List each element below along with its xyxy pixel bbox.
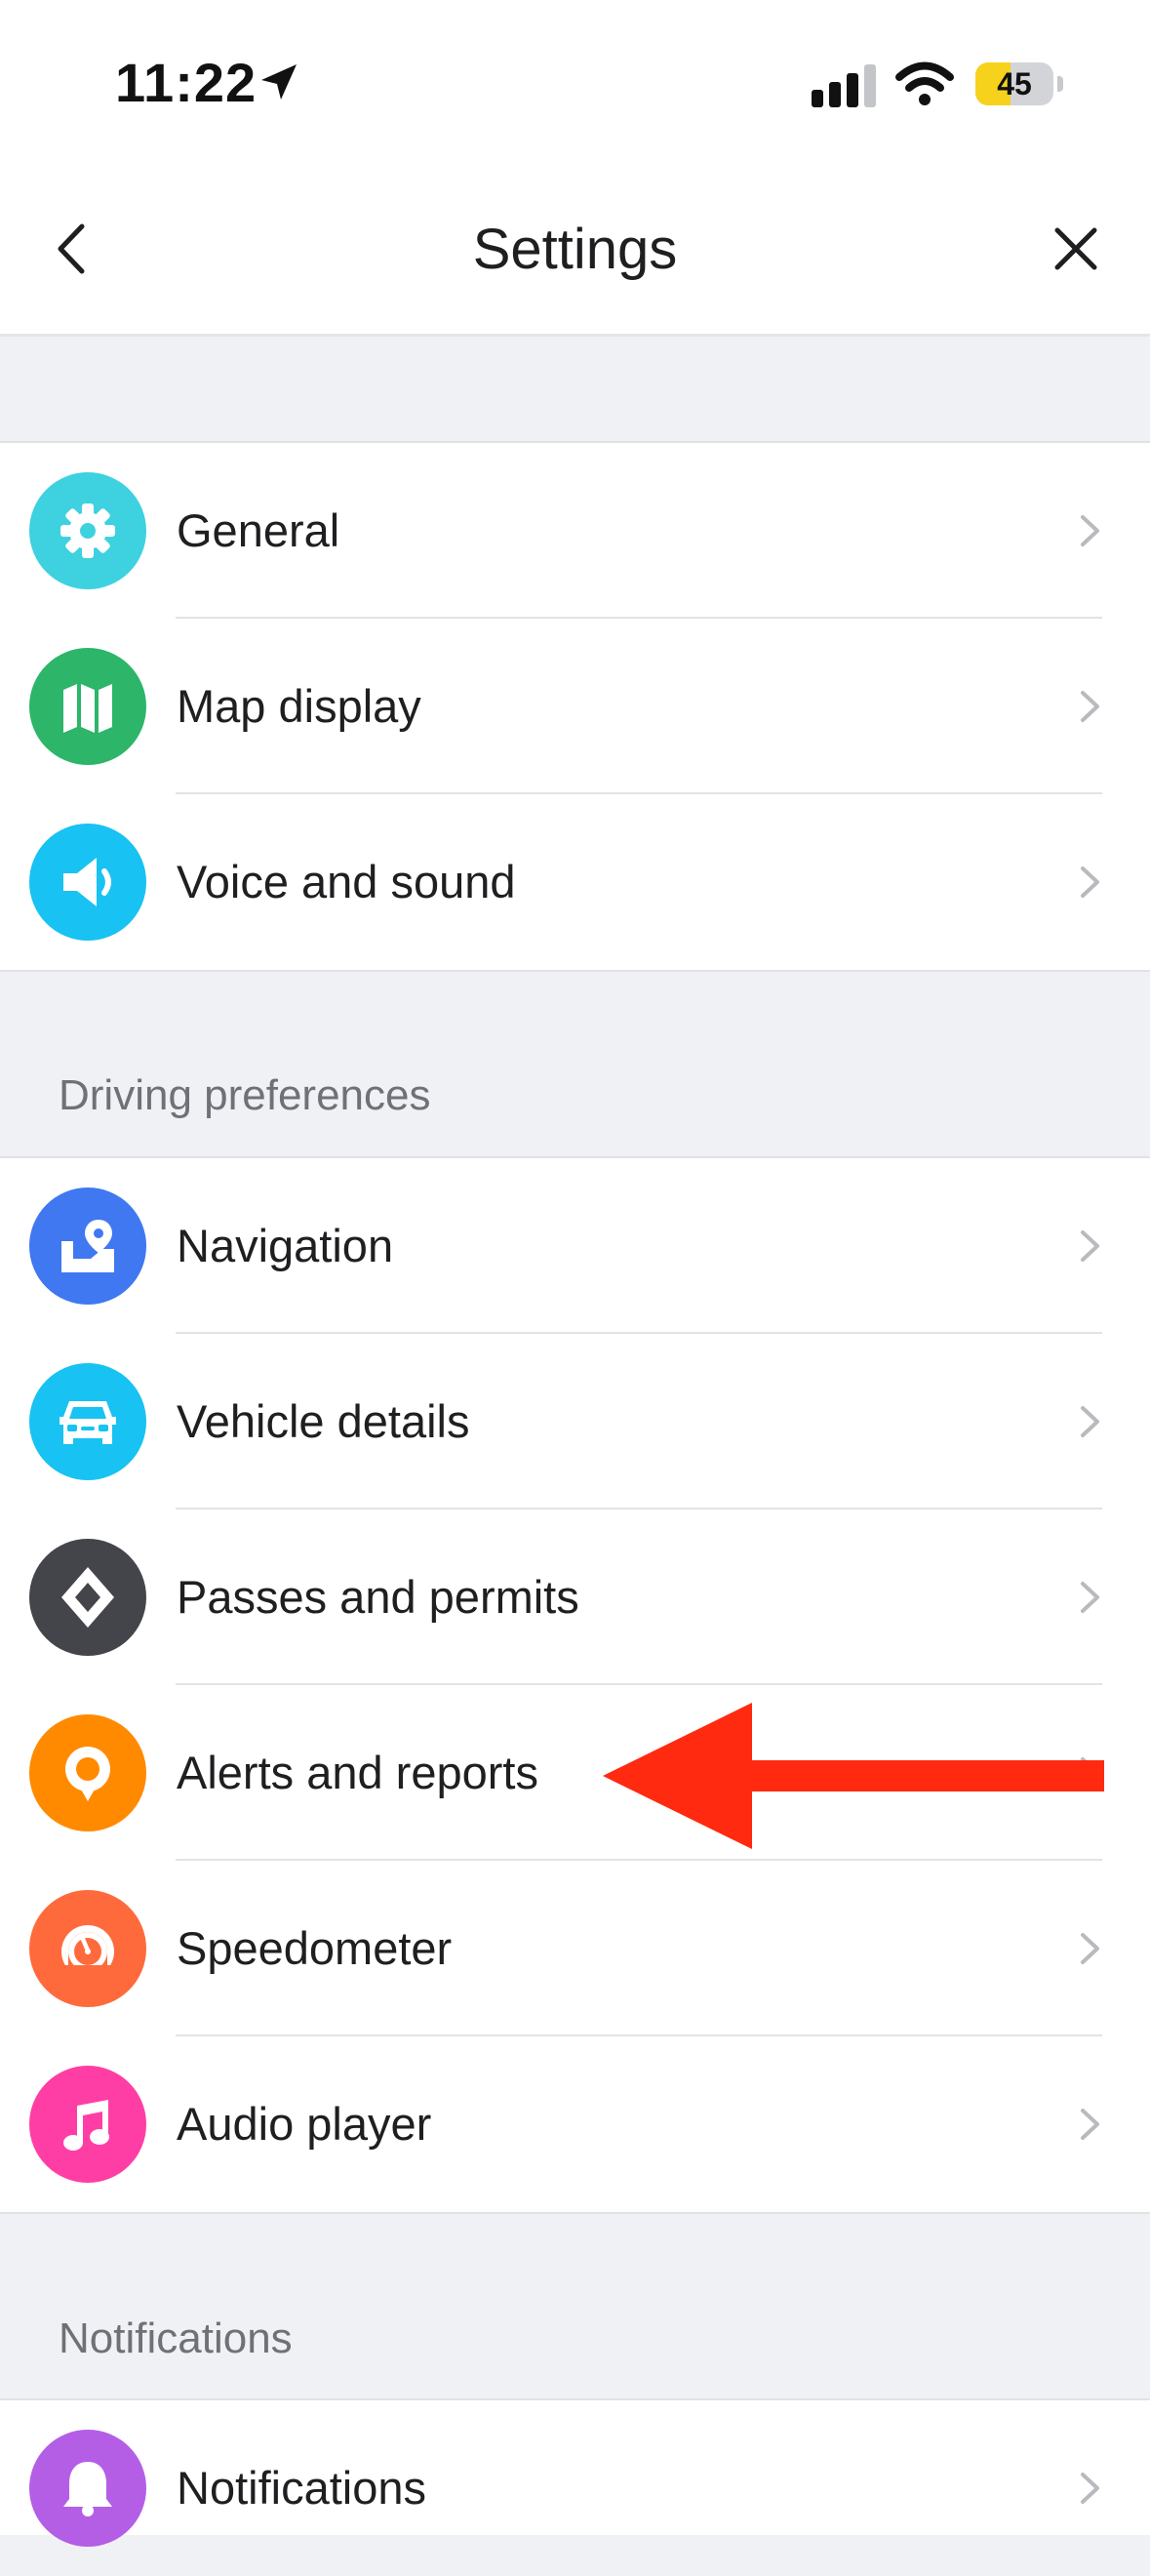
chevron-right-icon bbox=[1081, 1230, 1099, 1262]
chevron-right-icon bbox=[1081, 1933, 1099, 1964]
row-label-general: General bbox=[177, 504, 340, 556]
chevron-right-icon bbox=[1081, 691, 1099, 722]
settings-row-general[interactable]: General bbox=[0, 443, 1150, 619]
page-title: Settings bbox=[472, 218, 678, 281]
bell-icon bbox=[63, 2462, 112, 2516]
settings-row-passes-and-permits[interactable]: Passes and permits bbox=[0, 1509, 1150, 1685]
settings-row-speedometer[interactable]: Speedometer bbox=[0, 1861, 1150, 2036]
nav-bar: Settings bbox=[0, 166, 1150, 337]
settings-group-general: General Map display Voice and sound bbox=[0, 441, 1150, 972]
chevron-right-icon bbox=[1081, 1582, 1099, 1613]
section-header-notifications: Notifications bbox=[59, 2314, 293, 2362]
car-icon bbox=[59, 1401, 116, 1444]
row-label-voice-and-sound: Voice and sound bbox=[177, 856, 516, 907]
wifi-icon bbox=[895, 61, 954, 105]
close-button[interactable] bbox=[1042, 215, 1110, 283]
diamond-icon bbox=[61, 1567, 114, 1628]
settings-row-map-display[interactable]: Map display bbox=[0, 619, 1150, 794]
battery-indicator: 45 bbox=[975, 62, 1065, 105]
gear-icon bbox=[60, 503, 115, 558]
alert-pin-icon bbox=[65, 1747, 110, 1801]
row-label-audio-player: Audio player bbox=[177, 2098, 432, 2150]
location-arrow-icon bbox=[261, 64, 297, 100]
general-icon-badge bbox=[29, 472, 146, 589]
annotation-arrow-icon bbox=[603, 1703, 1104, 1849]
settings-group-driving-preferences: Navigation Vehicle details Passes and pe… bbox=[0, 1156, 1150, 2214]
music-note-icon bbox=[63, 2100, 109, 2151]
row-label-vehicle-details: Vehicle details bbox=[177, 1395, 470, 1447]
row-label-passes-and-permits: Passes and permits bbox=[177, 1571, 579, 1623]
section-header-driving-preferences: Driving preferences bbox=[59, 1071, 431, 1119]
speaker-icon bbox=[63, 858, 111, 906]
battery-level: 45 bbox=[997, 66, 1032, 101]
settings-row-audio-player[interactable]: Audio player bbox=[0, 2036, 1150, 2212]
map-pin-icon bbox=[61, 1220, 114, 1272]
status-time: 11:22 bbox=[115, 52, 258, 113]
audio-player-icon-badge bbox=[29, 2066, 146, 2183]
voice-and-sound-icon-badge bbox=[29, 824, 146, 941]
map-display-icon-badge bbox=[29, 648, 146, 765]
speedometer-icon bbox=[61, 1925, 114, 1981]
settings-group-notifications: Notifications bbox=[0, 2398, 1150, 2547]
alerts-and-reports-icon-badge bbox=[29, 1714, 146, 1831]
navigation-icon-badge bbox=[29, 1187, 146, 1305]
notifications-icon-badge bbox=[29, 2430, 146, 2547]
settings-row-navigation[interactable]: Navigation bbox=[0, 1158, 1150, 1334]
row-label-speedometer: Speedometer bbox=[177, 1922, 453, 1974]
map-icon bbox=[63, 684, 112, 733]
row-label-notifications: Notifications bbox=[177, 2462, 426, 2514]
status-bar: 11:22 45 bbox=[0, 0, 1150, 166]
chevron-right-icon bbox=[1081, 1406, 1099, 1437]
chevron-right-icon bbox=[1081, 2473, 1099, 2504]
row-label-navigation: Navigation bbox=[177, 1220, 394, 1271]
passes-and-permits-icon-badge bbox=[29, 1539, 146, 1656]
battery-nub bbox=[1057, 76, 1063, 92]
chevron-right-icon bbox=[1081, 515, 1099, 546]
chevron-right-icon bbox=[1081, 866, 1099, 898]
close-icon bbox=[1054, 227, 1097, 270]
row-label-alerts-and-reports: Alerts and reports bbox=[177, 1747, 538, 1798]
settings-row-vehicle-details[interactable]: Vehicle details bbox=[0, 1334, 1150, 1509]
battery-body: 45 bbox=[975, 62, 1053, 105]
vehicle-details-icon-badge bbox=[29, 1363, 146, 1480]
cellular-signal-icon bbox=[812, 64, 876, 107]
settings-row-voice-and-sound[interactable]: Voice and sound bbox=[0, 794, 1150, 970]
speedometer-icon-badge bbox=[29, 1890, 146, 2007]
settings-row-notifications[interactable]: Notifications bbox=[0, 2400, 1150, 2576]
row-label-map-display: Map display bbox=[177, 680, 421, 732]
chevron-right-icon bbox=[1081, 2109, 1099, 2140]
